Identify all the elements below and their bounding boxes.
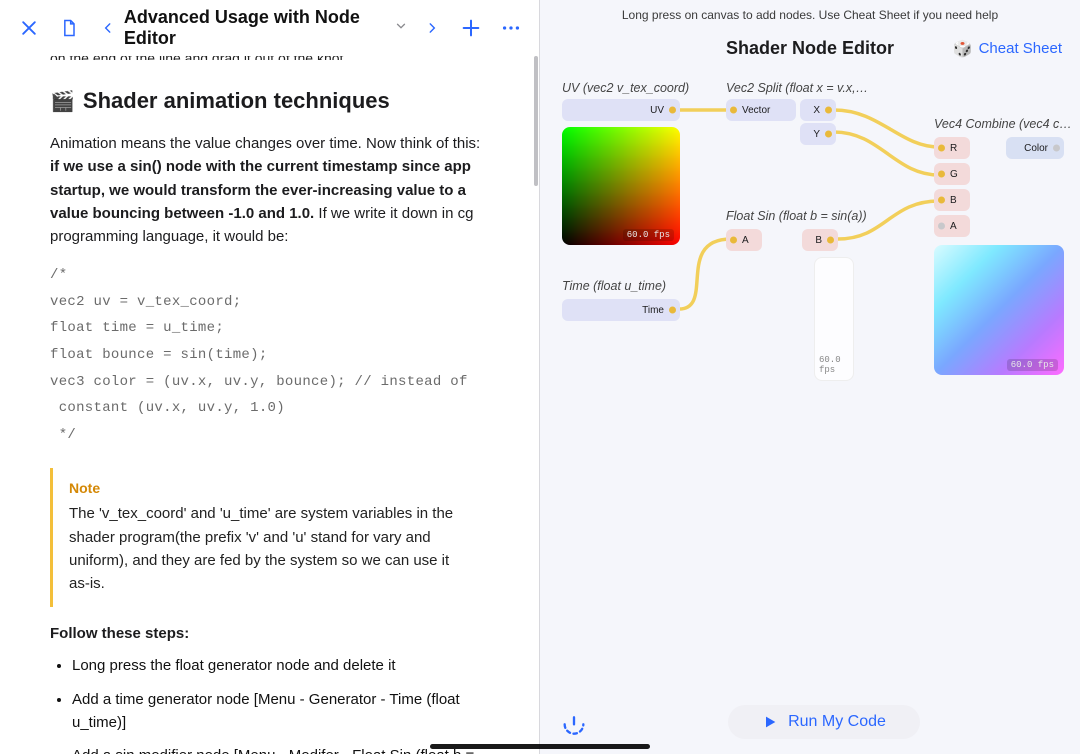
port-label: UV [650,105,664,116]
timer-icon[interactable] [560,708,588,736]
paragraph-1: Animation means the value changes over t… [50,132,490,248]
port-dot[interactable] [669,307,676,314]
port-dot[interactable] [669,107,676,114]
truncated-line: on the end of the line and drag it out o… [50,56,490,60]
port-label: X [813,105,820,116]
scrollbar-thumb[interactable] [534,56,538,186]
run-label: Run My Code [788,713,886,731]
split-divider[interactable] [539,0,540,754]
fps-label: 60.0 fps [1007,359,1058,371]
port-dot[interactable] [827,237,834,244]
list-item: Long press the float generator node and … [72,654,490,677]
note-body: The 'v_tex_coord' and 'u_time' are syste… [69,502,474,595]
port-label: Color [1024,143,1048,154]
doc-toolbar: Advanced Usage with Node Editor [0,0,540,56]
preview-uv: 60.0 fps [562,127,680,245]
node-title-uv: UV (vec2 v_tex_coord) [562,81,689,95]
dice-icon: 🎲 [953,39,973,59]
cheat-sheet-link[interactable]: 🎲 Cheat Sheet [953,39,1062,59]
canvas-hint: Long press on canvas to add nodes. Use C… [540,0,1080,28]
fps-label: 60.0 fps [815,354,847,376]
note-title: Note [69,480,474,496]
list-item: Add a sin modifier node [Menu - Modifer … [72,744,490,754]
play-icon [762,714,778,730]
document-icon[interactable] [58,17,80,39]
chevron-down-icon[interactable] [394,19,408,38]
preview-sin: 60.0 fps [814,257,854,381]
node-canvas[interactable]: UV (vec2 v_tex_coord) UV 60.0 fps Vec2 S… [550,73,1070,690]
port-label: A [950,221,957,232]
run-button[interactable]: Run My Code [728,705,920,739]
list-item: Add a time generator node [Menu - Genera… [72,688,490,735]
port-label: G [950,169,958,180]
port-dot[interactable] [938,145,945,152]
port-split-in[interactable]: Vector [726,99,796,121]
port-dot[interactable] [825,131,832,138]
chevron-right-icon[interactable] [422,17,442,39]
port-uv-out[interactable]: UV [562,99,680,121]
fps-label: 60.0 fps [623,229,674,241]
port-label: B [815,235,822,246]
section-heading-text: Shader animation techniques [83,88,390,114]
doc-body[interactable]: on the end of the line and drag it out o… [0,56,540,754]
cheat-sheet-label: Cheat Sheet [979,40,1062,57]
port-combine-b[interactable]: B [934,189,970,211]
clapper-icon: 🎬 [50,89,75,114]
port-split-x[interactable]: X [800,99,836,121]
port-dot[interactable] [938,171,945,178]
editor-title: Shader Node Editor [726,38,894,59]
port-dot[interactable] [825,107,832,114]
node-title-combine: Vec4 Combine (vec4 c… [934,117,1072,131]
port-label: Vector [742,105,770,116]
section-heading: 🎬 Shader animation techniques [50,88,490,114]
node-title-time: Time (float u_time) [562,279,666,293]
port-split-y[interactable]: Y [800,123,836,145]
port-dot[interactable] [938,197,945,204]
port-label: A [742,235,749,246]
port-combine-r[interactable]: R [934,137,970,159]
port-dot[interactable] [730,237,737,244]
node-title-split: Vec2 Split (float x = v.x,… [726,81,868,95]
port-sin-out[interactable]: B [802,229,838,251]
steps-title: Follow these steps: [50,625,490,642]
plus-icon[interactable] [460,17,482,39]
preview-combine: 60.0 fps [934,245,1064,375]
node-title-sin: Float Sin (float b = sin(a)) [726,209,867,223]
port-dot[interactable] [730,107,737,114]
more-icon[interactable] [500,17,522,39]
port-combine-g[interactable]: G [934,163,970,185]
port-label: R [950,143,957,154]
chevron-left-icon[interactable] [98,17,118,39]
port-combine-a[interactable]: A [934,215,970,237]
port-combine-out[interactable]: Color [1006,137,1064,159]
port-sin-in[interactable]: A [726,229,762,251]
port-dot[interactable] [1053,145,1060,152]
close-icon[interactable] [18,17,40,39]
doc-title[interactable]: Advanced Usage with Node Editor [124,7,388,49]
port-label: Time [642,305,664,316]
home-indicator [430,744,650,749]
port-label: Y [813,129,820,140]
code-block: /* vec2 uv = v_tex_coord; float time = u… [50,262,490,448]
para1-pre: Animation means the value changes over t… [50,135,480,152]
steps-list: Long press the float generator node and … [50,654,490,754]
port-label: B [950,195,957,206]
editor-header: Shader Node Editor 🎲 Cheat Sheet [540,28,1080,73]
port-dot[interactable] [938,223,945,230]
port-time-out[interactable]: Time [562,299,680,321]
note-callout: Note The 'v_tex_coord' and 'u_time' are … [50,468,490,607]
